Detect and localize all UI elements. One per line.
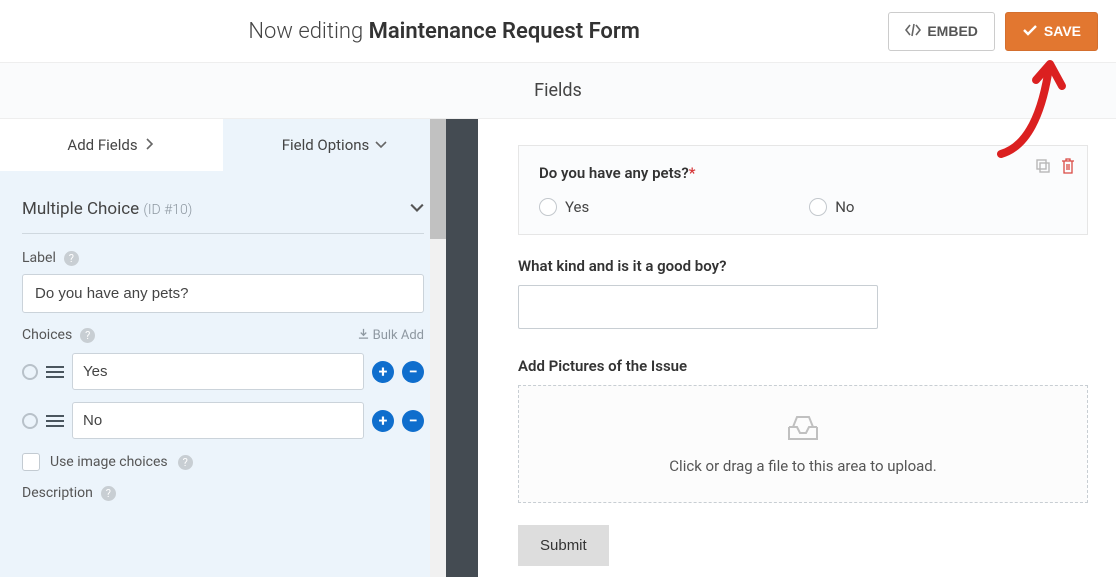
field-type-label: Multiple Choice <box>22 199 139 219</box>
field-options-panel: Multiple Choice (ID #10) Label ? Choices <box>0 171 446 501</box>
submit-button[interactable]: Submit <box>518 525 609 566</box>
radio-option[interactable]: Yes <box>539 198 589 216</box>
question-label-text: Do you have any pets? <box>539 164 689 182</box>
use-image-choices-row: Use image choices ? <box>22 453 424 471</box>
required-asterisk: * <box>689 164 696 182</box>
form-name: Maintenance Request Form <box>369 19 640 44</box>
field-type-header[interactable]: Multiple Choice (ID #10) <box>22 189 424 234</box>
tab-field-options-label: Field Options <box>282 136 370 154</box>
scroll-thumb[interactable] <box>430 119 446 239</box>
drag-handle-icon[interactable] <box>46 366 64 378</box>
chevron-down-icon <box>410 199 424 218</box>
duplicate-icon[interactable] <box>1035 158 1051 178</box>
choices-heading: Choices ? <box>22 327 95 343</box>
radio-option[interactable]: No <box>809 198 854 216</box>
sidebar-scrollbar[interactable] <box>430 119 446 577</box>
page-title: Now editing Maintenance Request Form <box>0 19 888 44</box>
radio-label: Yes <box>565 198 589 216</box>
text-input-preview[interactable] <box>518 285 878 329</box>
chevron-down-icon <box>375 136 387 154</box>
file-upload-area[interactable]: Click or drag a file to this area to upl… <box>518 385 1088 503</box>
tab-field-options[interactable]: Field Options <box>223 119 446 171</box>
field-id: (ID #10) <box>143 202 192 218</box>
inbox-icon <box>785 413 821 447</box>
form-preview: Do you have any pets?* Yes No What kind … <box>478 119 1116 577</box>
use-image-choices-checkbox[interactable] <box>22 453 40 471</box>
chevron-right-icon <box>144 136 156 154</box>
tab-add-fields-label: Add Fields <box>67 136 137 154</box>
download-icon <box>358 328 369 343</box>
question-label: What kind and is it a good boy? <box>518 257 1088 275</box>
help-icon[interactable]: ? <box>101 486 116 501</box>
upload-hint: Click or drag a file to this area to upl… <box>669 457 936 475</box>
field-preview-selected[interactable]: Do you have any pets?* Yes No <box>518 145 1088 235</box>
choice-row: + − <box>22 402 424 439</box>
bulk-add-link[interactable]: Bulk Add <box>358 328 424 343</box>
embed-button[interactable]: EMBED <box>888 12 995 51</box>
fields-bar: Fields <box>0 63 1116 119</box>
radio-options: Yes No <box>539 198 1067 216</box>
radio-icon <box>539 198 557 216</box>
label-heading-text: Label <box>22 250 56 266</box>
remove-choice-button[interactable]: − <box>402 361 424 383</box>
check-icon <box>1022 23 1038 40</box>
embed-label: EMBED <box>927 23 978 39</box>
save-button[interactable]: SAVE <box>1005 12 1098 51</box>
description-heading-text: Description <box>22 485 93 501</box>
choice-input[interactable] <box>72 402 364 439</box>
choices-section: Choices ? Bulk Add + − <box>22 327 424 439</box>
add-choice-button[interactable]: + <box>372 410 394 432</box>
choice-input[interactable] <box>72 353 364 390</box>
save-label: SAVE <box>1044 23 1081 39</box>
label-input[interactable] <box>22 274 424 313</box>
fields-bar-title: Fields <box>534 80 582 101</box>
bulk-add-label: Bulk Add <box>373 328 424 343</box>
sidebar: Add Fields Field Options Multiple Choice… <box>0 119 446 577</box>
field-action-icons <box>1035 158 1075 178</box>
main-area: Add Fields Field Options Multiple Choice… <box>0 119 1116 577</box>
tab-add-fields[interactable]: Add Fields <box>0 119 223 171</box>
sidebar-tabs: Add Fields Field Options <box>0 119 446 171</box>
radio-label: No <box>835 198 854 216</box>
label-section: Label ? <box>22 250 424 313</box>
help-icon[interactable]: ? <box>64 251 79 266</box>
drag-handle-icon[interactable] <box>46 415 64 427</box>
code-icon <box>905 23 921 40</box>
help-icon[interactable]: ? <box>178 455 193 470</box>
label-heading: Label ? <box>22 250 424 266</box>
radio-icon <box>809 198 827 216</box>
title-prefix: Now editing <box>248 19 368 44</box>
choice-row: + − <box>22 353 424 390</box>
choice-default-toggle[interactable] <box>22 413 38 429</box>
header-buttons: EMBED SAVE <box>888 12 1098 51</box>
panel-gutter <box>446 119 478 577</box>
use-image-choices-label: Use image choices <box>50 454 168 470</box>
description-heading: Description ? <box>22 485 424 501</box>
question-label: Do you have any pets?* <box>539 164 1067 182</box>
help-icon[interactable]: ? <box>80 328 95 343</box>
trash-icon[interactable] <box>1061 158 1075 178</box>
remove-choice-button[interactable]: − <box>402 410 424 432</box>
question-label: Add Pictures of the Issue <box>518 357 1088 375</box>
choice-default-toggle[interactable] <box>22 364 38 380</box>
editor-header: Now editing Maintenance Request Form EMB… <box>0 0 1116 63</box>
add-choice-button[interactable]: + <box>372 361 394 383</box>
choices-heading-text: Choices <box>22 327 72 343</box>
